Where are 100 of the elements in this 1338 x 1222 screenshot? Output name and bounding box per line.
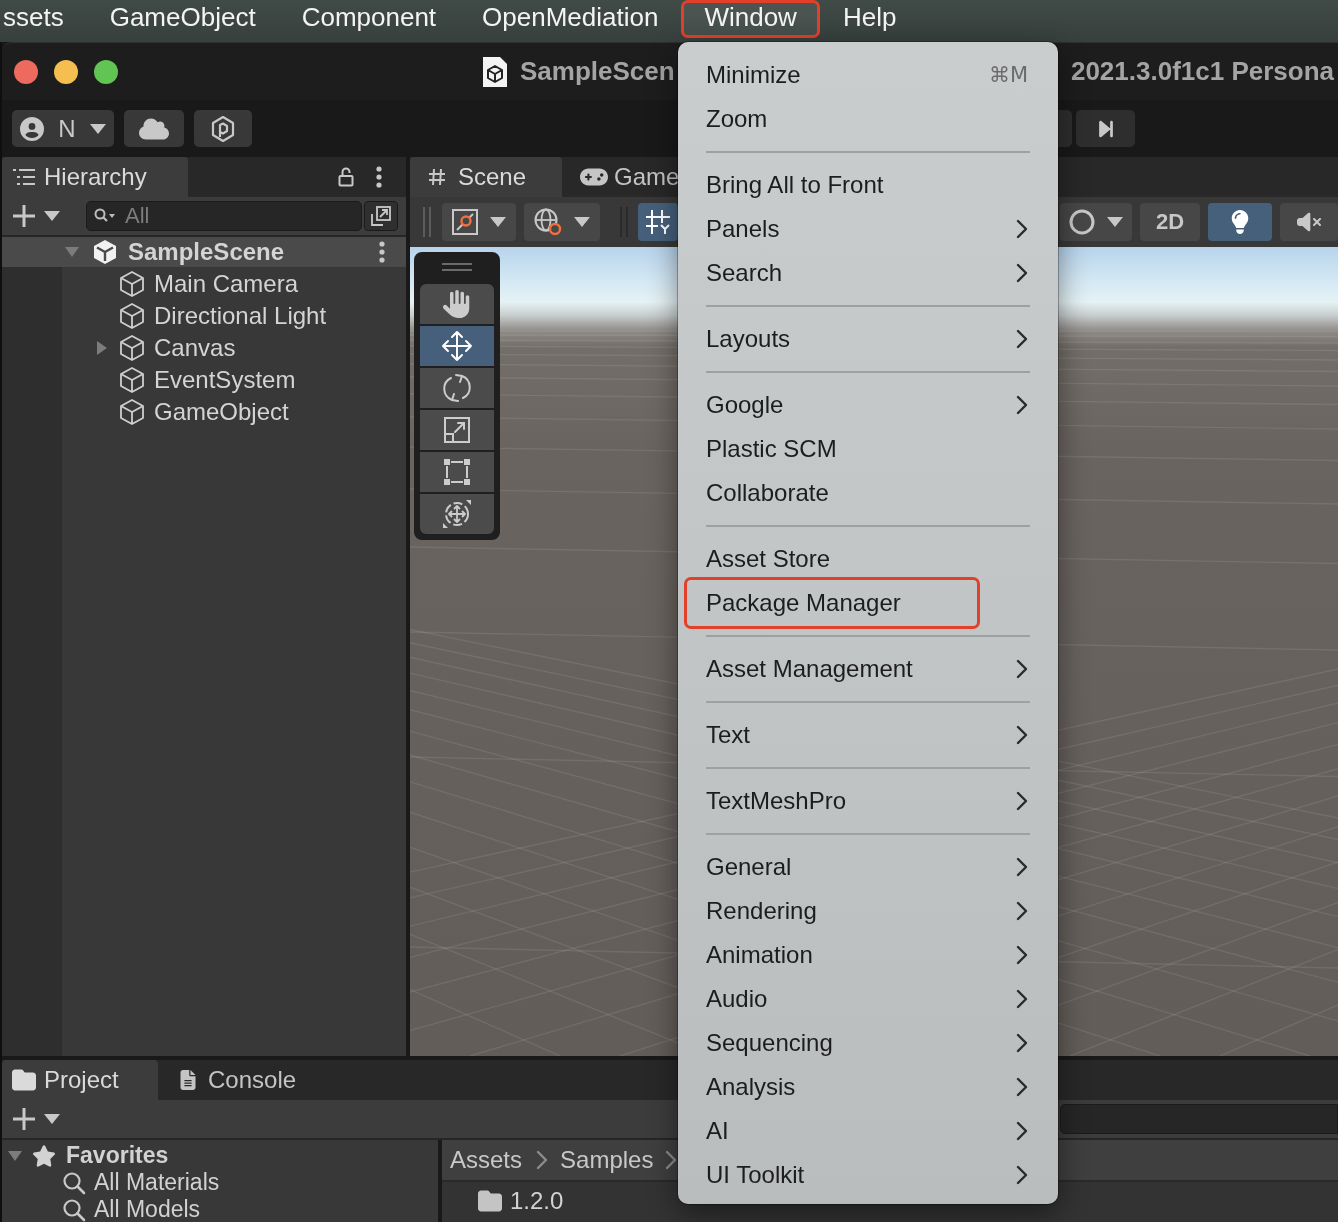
minimize-button[interactable] bbox=[54, 59, 78, 84]
tab[interactable]: Hierarchy bbox=[2, 157, 188, 197]
menu-bar-item[interactable]: OpenMediation bbox=[459, 0, 682, 38]
menu-item[interactable]: AI bbox=[678, 1113, 1058, 1149]
grid-snap-button[interactable] bbox=[638, 203, 678, 241]
menu-item[interactable]: Sequencing bbox=[678, 1025, 1058, 1061]
search-field[interactable]: All bbox=[86, 201, 362, 231]
gizmo-dropdown[interactable] bbox=[442, 203, 516, 241]
tree-item[interactable]: All Materials bbox=[2, 1169, 438, 1196]
menu-item[interactable]: Search bbox=[678, 255, 1058, 291]
menu-bar-item[interactable]: ssets bbox=[0, 0, 87, 38]
lock-icon bbox=[338, 167, 354, 187]
tab[interactable]: Scene bbox=[410, 157, 562, 197]
tree-item[interactable]: GameObject bbox=[2, 396, 406, 428]
grid-icon bbox=[428, 168, 446, 186]
caret-icon bbox=[44, 1114, 60, 1124]
caret-icon bbox=[1107, 217, 1123, 227]
menu-item[interactable]: General bbox=[678, 849, 1058, 885]
menu-item[interactable]: Audio bbox=[678, 981, 1058, 1017]
menu-item[interactable]: Plastic SCM bbox=[678, 431, 1058, 467]
menu-item[interactable]: Minimize ⌘M bbox=[678, 57, 1058, 93]
menu-bar-item[interactable]: Help bbox=[819, 0, 920, 38]
drag-handle-icon bbox=[422, 207, 432, 237]
cube-icon bbox=[118, 334, 146, 362]
menu-item[interactable]: Asset Management bbox=[678, 651, 1058, 687]
folder-icon bbox=[12, 1068, 36, 1092]
tab[interactable]: Project bbox=[2, 1060, 158, 1100]
menu-item[interactable]: Animation bbox=[678, 937, 1058, 973]
menu-item[interactable]: Analysis bbox=[678, 1069, 1058, 1105]
menu-bar-item[interactable]: Component bbox=[278, 0, 460, 38]
transform-icon bbox=[442, 499, 472, 529]
menu-item[interactable]: Panels bbox=[678, 211, 1058, 247]
hand-icon bbox=[443, 290, 471, 318]
menu-item[interactable]: Layouts bbox=[678, 321, 1058, 357]
menu-item[interactable]: Rendering bbox=[678, 893, 1058, 929]
shortcut-label: ⌘M bbox=[988, 63, 1028, 87]
tool-button[interactable] bbox=[420, 368, 494, 408]
menu-item[interactable]: Text bbox=[678, 717, 1058, 753]
plus-icon bbox=[12, 1107, 36, 1131]
more-icon bbox=[379, 241, 385, 263]
cube-icon bbox=[118, 302, 146, 330]
tool-button[interactable] bbox=[420, 326, 494, 366]
tree-item[interactable]: All Models bbox=[2, 1196, 438, 1222]
tool-button[interactable] bbox=[420, 284, 494, 324]
tool-button[interactable] bbox=[420, 494, 494, 534]
tool-button[interactable] bbox=[420, 452, 494, 492]
menu-bar-item[interactable]: GameObject bbox=[86, 0, 279, 38]
user-icon bbox=[20, 116, 45, 141]
menu-item[interactable]: Package Manager bbox=[684, 577, 980, 629]
tool-button[interactable] bbox=[420, 410, 494, 450]
star-icon bbox=[32, 1143, 56, 1168]
tree-item[interactable]: Main Camera bbox=[2, 268, 406, 300]
menu-item[interactable]: Asset Store bbox=[678, 541, 1058, 577]
step-button[interactable] bbox=[1076, 110, 1135, 147]
window-title: 2021.3.0f1c1 Persona bbox=[1070, 56, 1335, 87]
breadcrumb-link[interactable]: Assets bbox=[450, 1146, 523, 1174]
chevron-right-icon bbox=[536, 1150, 549, 1170]
menu-item[interactable]: Bring All to Front bbox=[678, 167, 1058, 203]
tree-item[interactable]: Canvas bbox=[2, 332, 406, 364]
breadcrumb-link[interactable]: Samples bbox=[560, 1146, 654, 1174]
search-icon bbox=[62, 1197, 86, 1222]
menu-item[interactable]: Zoom bbox=[678, 101, 1058, 137]
lighting-button[interactable] bbox=[1208, 203, 1272, 241]
chevron-right-icon bbox=[665, 1150, 678, 1170]
sphere-icon bbox=[1069, 209, 1095, 235]
search-field[interactable] bbox=[1060, 1104, 1338, 1134]
caret-icon bbox=[490, 217, 506, 227]
scene-file-icon bbox=[482, 55, 508, 88]
menu-item[interactable]: Google bbox=[678, 387, 1058, 423]
window-title: SampleScen bbox=[520, 56, 675, 87]
hexagon-button[interactable] bbox=[194, 110, 252, 147]
list-icon bbox=[12, 168, 36, 186]
rotate-icon bbox=[443, 373, 471, 403]
add-button[interactable] bbox=[12, 1107, 60, 1131]
folder-icon bbox=[478, 1189, 502, 1213]
tab[interactable]: Console bbox=[168, 1060, 297, 1100]
account-button[interactable]: N bbox=[12, 110, 114, 147]
menu-item[interactable]: TextMeshPro bbox=[678, 783, 1058, 819]
toggle-2d-button[interactable]: 2D bbox=[1140, 203, 1200, 241]
cloud-button[interactable] bbox=[124, 110, 184, 147]
globe-dropdown[interactable] bbox=[524, 203, 600, 241]
close-button[interactable] bbox=[14, 59, 38, 84]
shading-dropdown[interactable] bbox=[1060, 203, 1132, 241]
hexagon-icon bbox=[210, 114, 236, 143]
tree-item[interactable]: Directional Light bbox=[2, 300, 406, 332]
cube-icon bbox=[118, 366, 146, 394]
menu-bar-item[interactable]: Window bbox=[681, 0, 820, 38]
audio-button[interactable] bbox=[1280, 203, 1338, 241]
menu-item[interactable]: Collaborate bbox=[678, 475, 1058, 511]
expand-button[interactable] bbox=[364, 201, 398, 231]
caret-icon bbox=[574, 217, 590, 227]
add-button[interactable] bbox=[12, 204, 60, 228]
tab[interactable]: Game bbox=[572, 157, 680, 197]
expand-icon bbox=[371, 206, 391, 226]
caret-icon bbox=[44, 211, 60, 221]
tree-item[interactable]: Favorites bbox=[2, 1142, 438, 1169]
speaker-muted-icon bbox=[1297, 210, 1321, 234]
zoom-button[interactable] bbox=[94, 59, 118, 84]
tree-item[interactable]: EventSystem bbox=[2, 364, 406, 396]
search-icon bbox=[62, 1170, 86, 1195]
